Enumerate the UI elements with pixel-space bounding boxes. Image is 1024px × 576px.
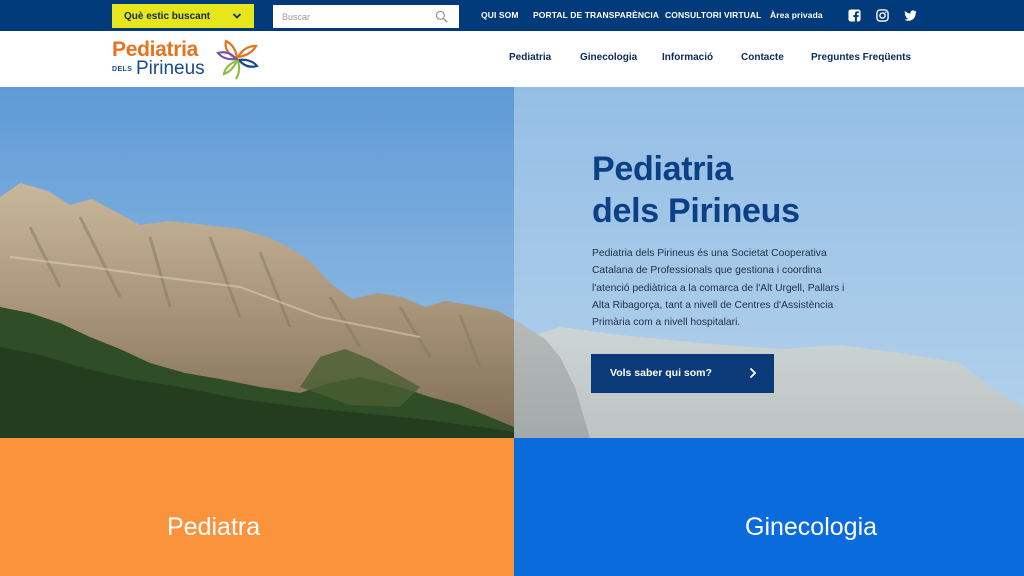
nav-informacio[interactable]: Informació [662,52,713,63]
ginecologia-tile-label: Ginecologia [745,513,878,541]
nav-preguntes-frequents[interactable]: Preguntes Freqüents [811,52,911,63]
chevron-down-icon [232,13,242,19]
facebook-icon[interactable] [848,9,861,22]
site-logo[interactable]: Pediatria DELS Pirineus [112,38,262,80]
pediatra-tile[interactable]: Pediatra [0,438,514,576]
whats-looking-dropdown[interactable]: Què estic buscant [112,4,254,28]
area-privada-link[interactable]: Àrea privada [770,10,823,20]
consultori-virtual-link[interactable]: CONSULTORI VIRTUAL [665,10,761,20]
top-utility-bar: Què estic buscant QUI SOM PORTAL DE TRAN… [0,0,1024,31]
logo-text-pirineus: Pirineus [136,58,205,79]
search-icon[interactable] [435,10,448,23]
portal-transparencia-link[interactable]: PORTAL DE TRANSPARÈNCIA [533,10,659,20]
hero-description: Pediatria dels Pirineus és una Societat … [592,248,845,329]
twitter-icon[interactable] [904,9,917,22]
about-us-button[interactable]: Vols saber qui som? [591,354,774,393]
about-us-button-label: Vols saber qui som? [610,367,712,379]
hero-title: Pediatria dels Pirineus [592,148,922,232]
hero-title-line-1: Pediatria [592,150,733,188]
nav-pediatria[interactable]: Pediatria [509,52,551,63]
search-input[interactable] [273,5,423,28]
search-box [273,5,459,28]
logo-flower-icon [216,39,259,80]
instagram-icon[interactable] [876,9,889,22]
qui-som-link[interactable]: QUI SOM [481,10,519,20]
nav-ginecologia[interactable]: Ginecologia [580,52,637,63]
hero-banner [0,87,1024,438]
hero-title-line-2: dels Pirineus [592,192,800,230]
chevron-right-icon [749,367,757,379]
logo-text-dels: DELS [112,66,133,73]
ginecologia-tile[interactable]: Ginecologia [514,438,1024,576]
whats-looking-label: Què estic buscant [124,10,211,22]
nav-contacte[interactable]: Contacte [741,52,784,63]
